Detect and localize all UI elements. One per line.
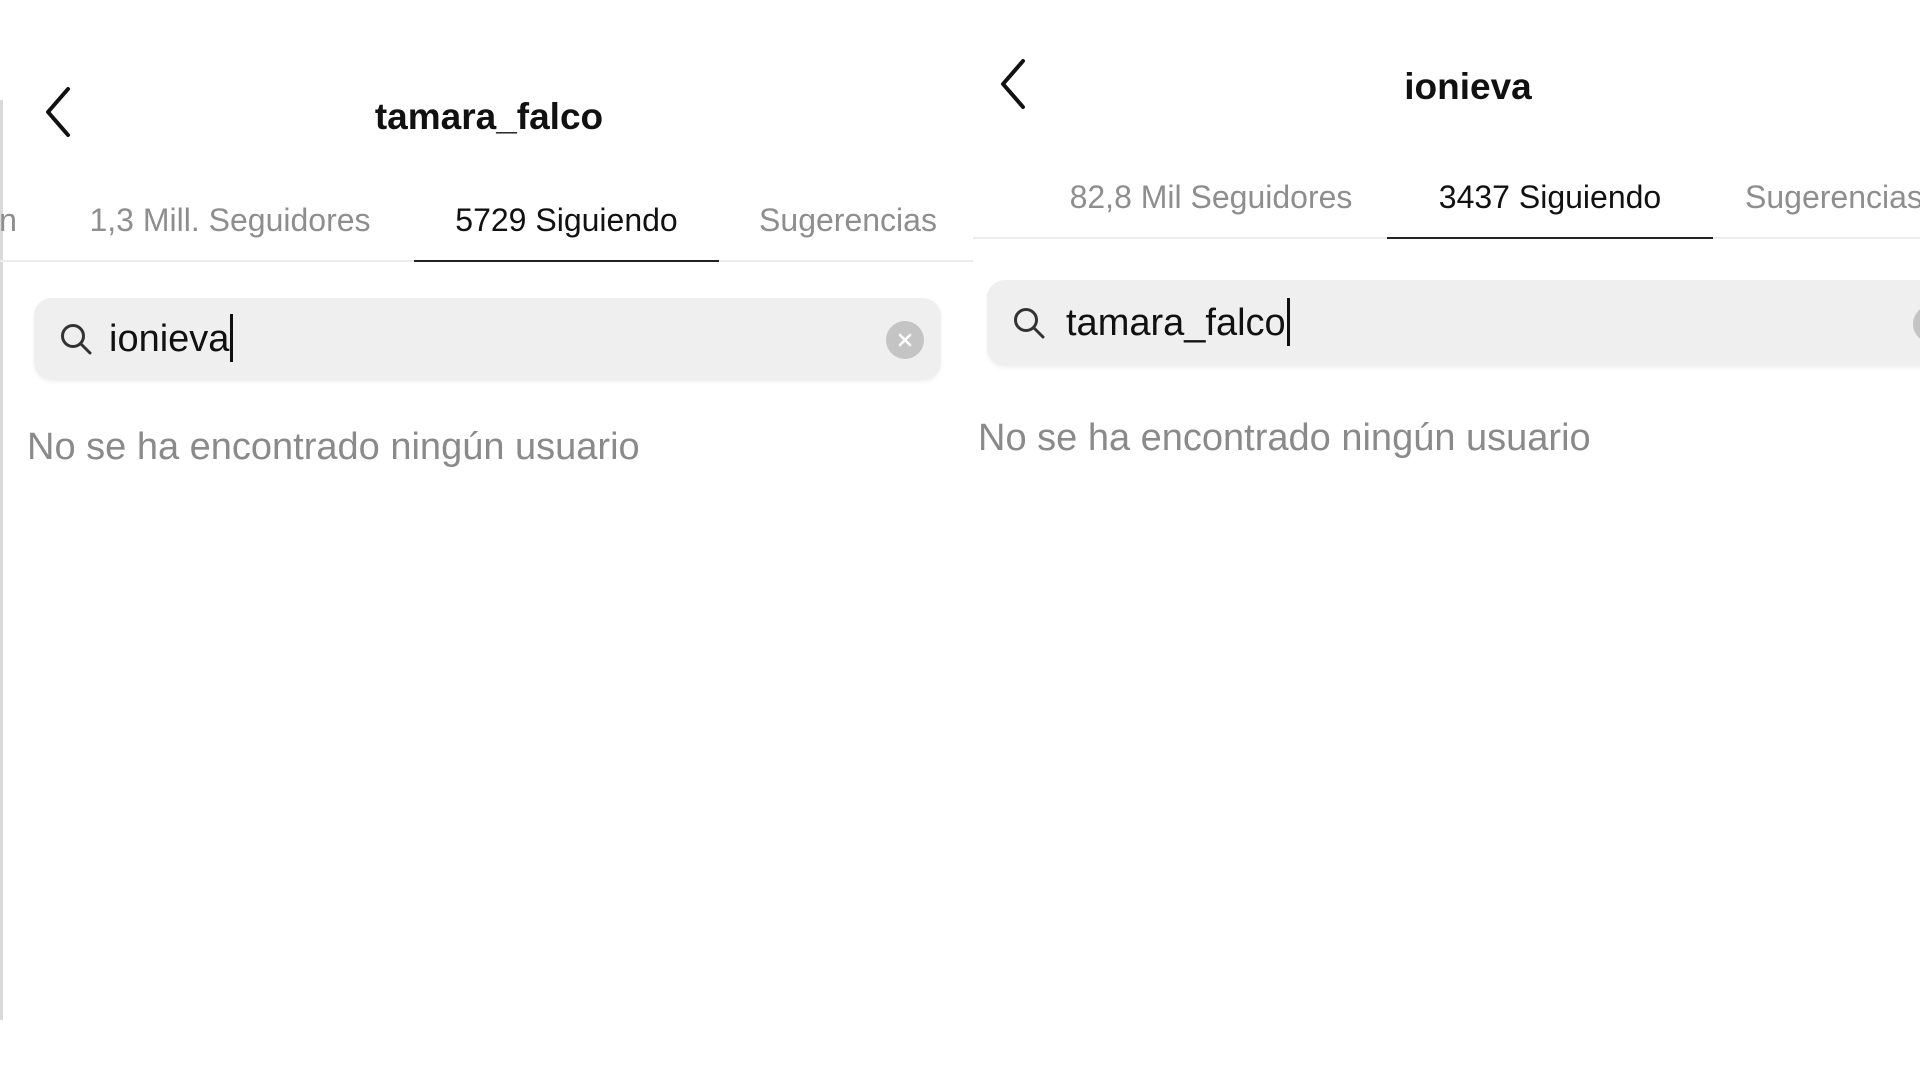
- tabs-bar: 82,8 Mil Seguidores 3437 Siguiendo Suger…: [973, 157, 1920, 239]
- tab-suggestions[interactable]: Sugerencias: [1745, 157, 1920, 237]
- clear-search-button[interactable]: [886, 321, 924, 359]
- chevron-left-icon: [1001, 59, 1025, 109]
- text-caret: [230, 313, 234, 362]
- chevron-left-icon: [46, 87, 70, 137]
- text-caret: [1286, 297, 1290, 346]
- tab-followers[interactable]: 1,3 Mill. Seguidores: [60, 180, 400, 260]
- profile-username-title: ionieva: [1404, 66, 1532, 107]
- screenshot-canvas: tamara_falco n 1,3 Mill. Seguidores 5729…: [0, 0, 1920, 1080]
- tab-partial-cut[interactable]: n: [0, 180, 18, 260]
- back-button[interactable]: [993, 54, 1033, 114]
- back-button[interactable]: [38, 82, 78, 142]
- search-query-text: ionieva: [109, 318, 230, 360]
- left-screen-following-search: tamara_falco n 1,3 Mill. Seguidores 5729…: [0, 0, 973, 1080]
- tab-followers[interactable]: 82,8 Mil Seguidores: [1020, 157, 1402, 237]
- search-icon: [61, 324, 92, 355]
- search-input[interactable]: ionieva: [34, 298, 941, 380]
- no-results-message: No se ha encontrado ningún usuario: [978, 417, 1591, 459]
- tab-following[interactable]: 5729 Siguiendo: [414, 180, 719, 262]
- clear-icon: [898, 333, 912, 347]
- search-field-value[interactable]: tamara_falco: [1066, 280, 1290, 366]
- search-icon: [1014, 308, 1045, 339]
- profile-username-title: tamara_falco: [374, 96, 604, 137]
- tab-suggestions[interactable]: Sugerencias: [743, 180, 953, 260]
- clear-search-button[interactable]: [1913, 305, 1920, 343]
- search-field-value[interactable]: ionieva: [109, 298, 234, 380]
- right-screen-following-search: ionieva 82,8 Mil Seguidores 3437 Siguien…: [973, 0, 1920, 1080]
- no-results-message: No se ha encontrado ningún usuario: [27, 426, 640, 468]
- search-input[interactable]: tamara_falco: [987, 280, 1920, 366]
- search-query-text: tamara_falco: [1066, 302, 1286, 344]
- tabs-bar: n 1,3 Mill. Seguidores 5729 Siguiendo Su…: [0, 180, 973, 262]
- tab-following[interactable]: 3437 Siguiendo: [1387, 157, 1713, 239]
